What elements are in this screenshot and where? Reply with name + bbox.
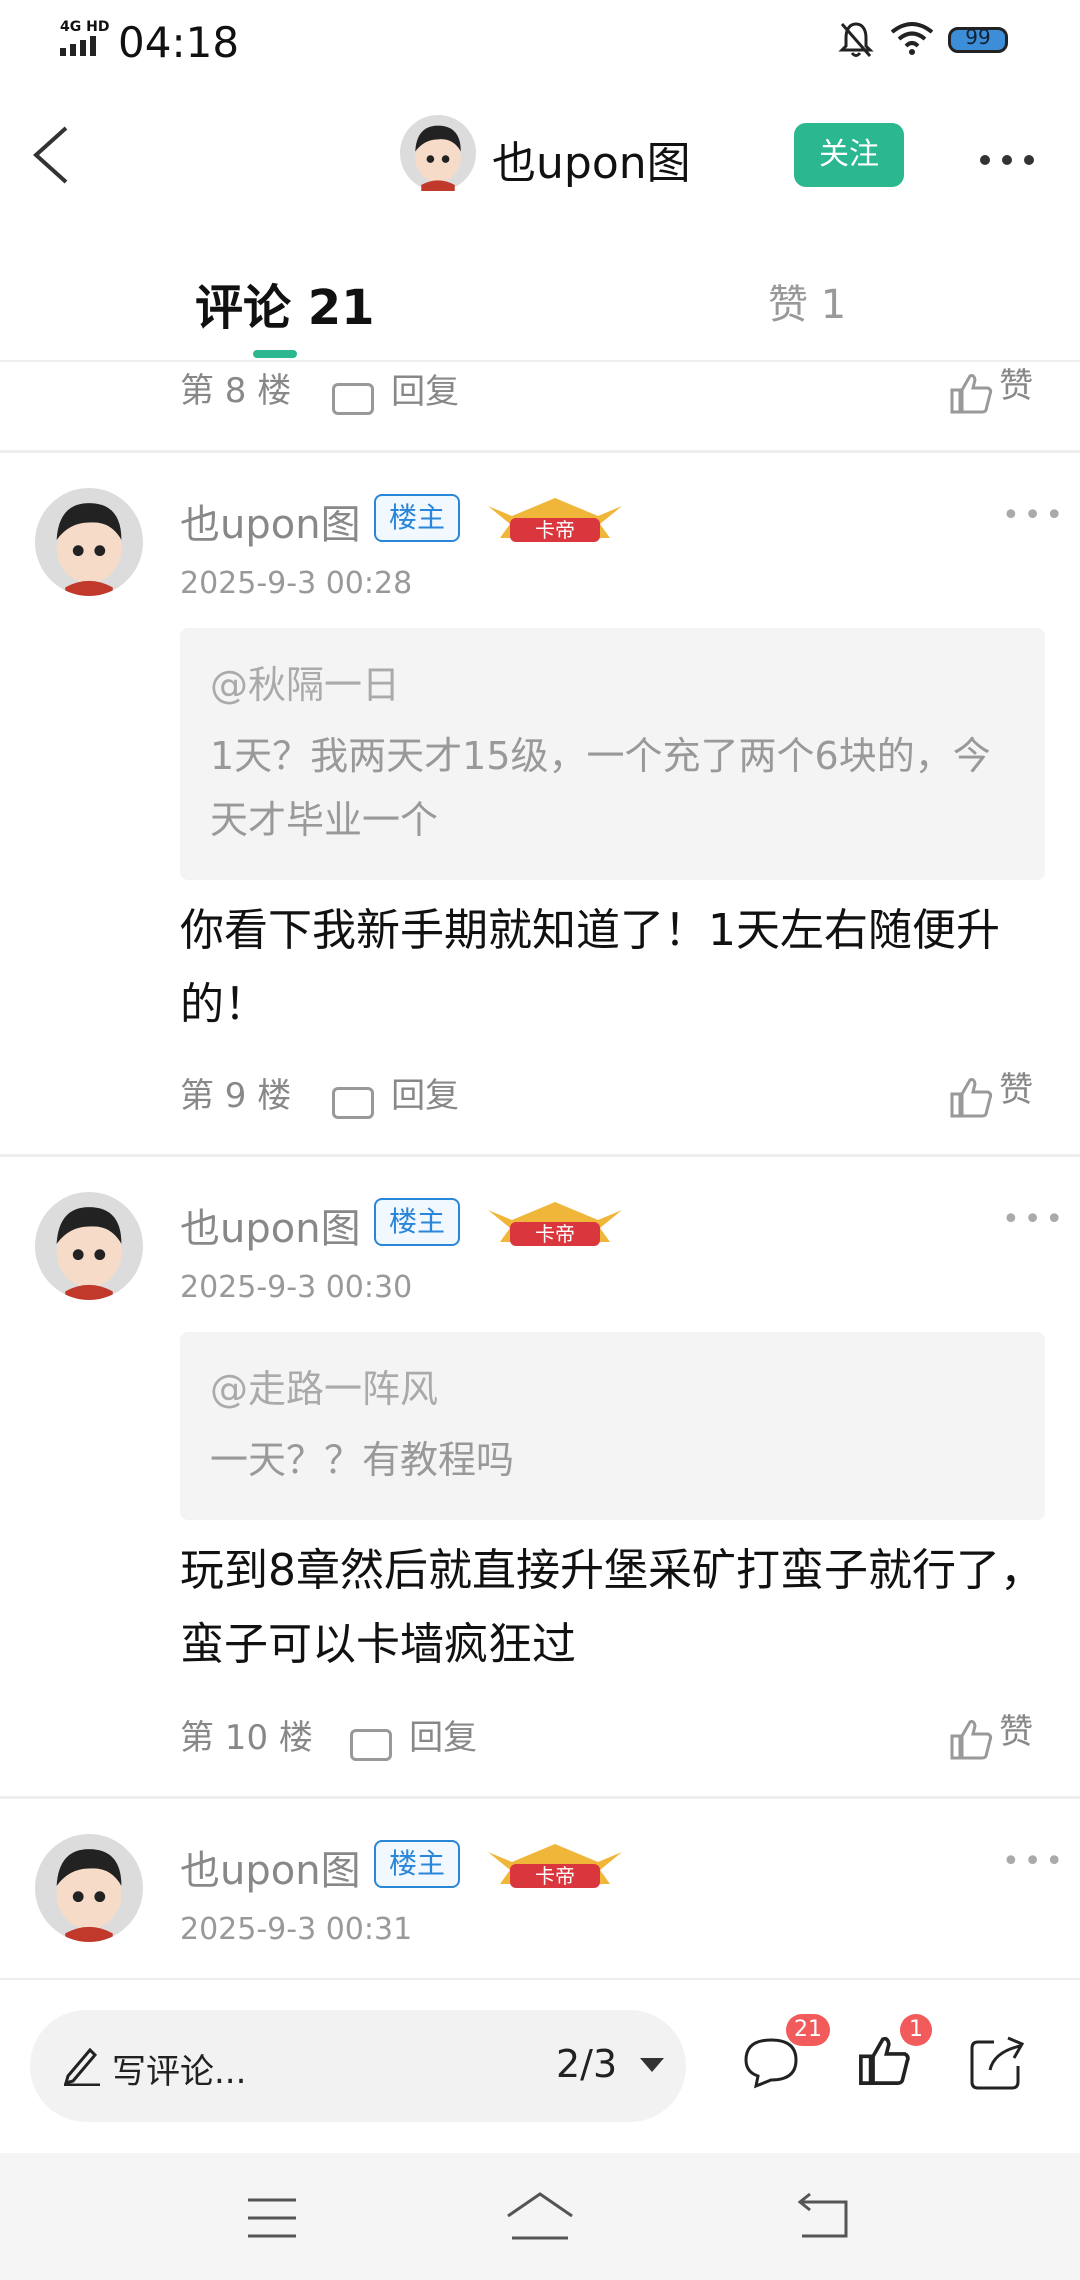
- like-button[interactable]: 赞: [948, 1704, 1033, 1762]
- status-bar: 4G HD 04:18 99: [0, 0, 1080, 80]
- battery-indicator: 99: [948, 25, 1008, 53]
- more-icon[interactable]: •••: [1002, 1202, 1067, 1237]
- svg-text:卡帝: 卡帝: [535, 518, 575, 542]
- more-icon[interactable]: [980, 150, 1046, 169]
- comment-count-badge: 21: [786, 2014, 830, 2046]
- tabs-divider: [0, 360, 1080, 362]
- quote-text: 一天？？有教程吗: [210, 1438, 515, 1482]
- thumb-up-icon: [950, 373, 993, 413]
- comment-divider: [0, 1154, 1080, 1157]
- quote-user: @秋隔一日: [210, 663, 401, 707]
- timestamp: 2025-9-3 00:31: [180, 1912, 413, 1947]
- page-indicator[interactable]: 2/3: [556, 2042, 617, 2086]
- like-count-badge: 1: [900, 2014, 932, 2046]
- tab-comments[interactable]: 评论 21: [195, 268, 375, 338]
- comment-text: 你看下我新手期就知道了！1天左右随便升的！: [180, 905, 1000, 1030]
- share-icon: [970, 2036, 1025, 2090]
- floor-label: 第 9 楼: [180, 1076, 292, 1116]
- chevron-down-icon[interactable]: [640, 2058, 664, 2072]
- pencil-icon: [63, 2047, 100, 2086]
- svg-text:卡帝: 卡帝: [535, 1864, 575, 1888]
- avatar[interactable]: [35, 1834, 143, 1942]
- owner-badge: 楼主: [374, 1840, 460, 1888]
- return-icon[interactable]: [796, 2192, 852, 2240]
- header-avatar[interactable]: [400, 115, 476, 191]
- rank-badge: 卡帝: [488, 1844, 622, 1888]
- comment-username[interactable]: 也upon图: [180, 492, 361, 550]
- quote-text: 1天？我两天才15级，一个充了两个6块的，今天才毕业一个: [210, 734, 991, 842]
- share-button[interactable]: [968, 2034, 1026, 2096]
- quoted-comment[interactable]: @走路一阵风 一天？？有教程吗: [180, 1332, 1045, 1520]
- reply-icon: [332, 1086, 374, 1119]
- reply-icon: [332, 382, 374, 415]
- comment-divider: [0, 1796, 1080, 1799]
- more-icon[interactable]: •••: [1002, 498, 1067, 533]
- floor-label: 第 10 楼: [180, 1718, 313, 1758]
- reply-button[interactable]: 回复: [332, 1068, 459, 1119]
- reply-icon: [350, 1728, 392, 1761]
- thumb-up-icon: [950, 1719, 993, 1759]
- tab-likes[interactable]: 赞 1: [768, 272, 846, 330]
- timestamp: 2025-9-3 00:30: [180, 1270, 413, 1305]
- rank-badge: 卡帝: [488, 498, 622, 542]
- svg-text:卡帝: 卡帝: [535, 1222, 575, 1246]
- header-username: 也upon图: [492, 138, 691, 189]
- thumb-up-icon: [950, 1077, 993, 1117]
- quote-user: @走路一阵风: [210, 1367, 439, 1411]
- write-comment-placeholder[interactable]: 写评论...: [112, 2044, 246, 2093]
- network-indicator: 4G HD: [60, 20, 109, 56]
- menu-icon[interactable]: [246, 2196, 298, 2240]
- clock: 04:18: [118, 18, 240, 67]
- comment-username[interactable]: 也upon图: [180, 1838, 361, 1896]
- more-icon[interactable]: •••: [1002, 1844, 1067, 1879]
- like-button[interactable]: 赞: [948, 1062, 1033, 1120]
- like-button[interactable]: 赞: [948, 358, 1033, 416]
- bell-off-icon: [838, 22, 874, 57]
- wifi-icon: [890, 22, 934, 55]
- tab-active-indicator: [253, 350, 297, 358]
- comment-username[interactable]: 也upon图: [180, 1196, 361, 1254]
- avatar[interactable]: [35, 1192, 143, 1300]
- owner-badge: 楼主: [374, 494, 460, 542]
- home-icon[interactable]: [504, 2190, 576, 2242]
- floor-label: 第 8 楼: [180, 371, 292, 411]
- back-icon[interactable]: [26, 120, 86, 190]
- owner-badge: 楼主: [374, 1198, 460, 1246]
- follow-button[interactable]: 关注: [794, 123, 904, 187]
- comment-text: 玩到8章然后就直接升堡采矿打蛮子就行了，蛮子可以卡墙疯狂过: [180, 1545, 1044, 1670]
- quoted-comment[interactable]: @秋隔一日 1天？我两天才15级，一个充了两个6块的，今天才毕业一个: [180, 628, 1045, 880]
- avatar[interactable]: [35, 488, 143, 596]
- reply-button[interactable]: 回复: [350, 1710, 477, 1761]
- comment-divider: [0, 450, 1080, 453]
- rank-badge: 卡帝: [488, 1202, 622, 1246]
- reply-button[interactable]: 回复: [332, 364, 459, 415]
- timestamp: 2025-9-3 00:28: [180, 566, 413, 601]
